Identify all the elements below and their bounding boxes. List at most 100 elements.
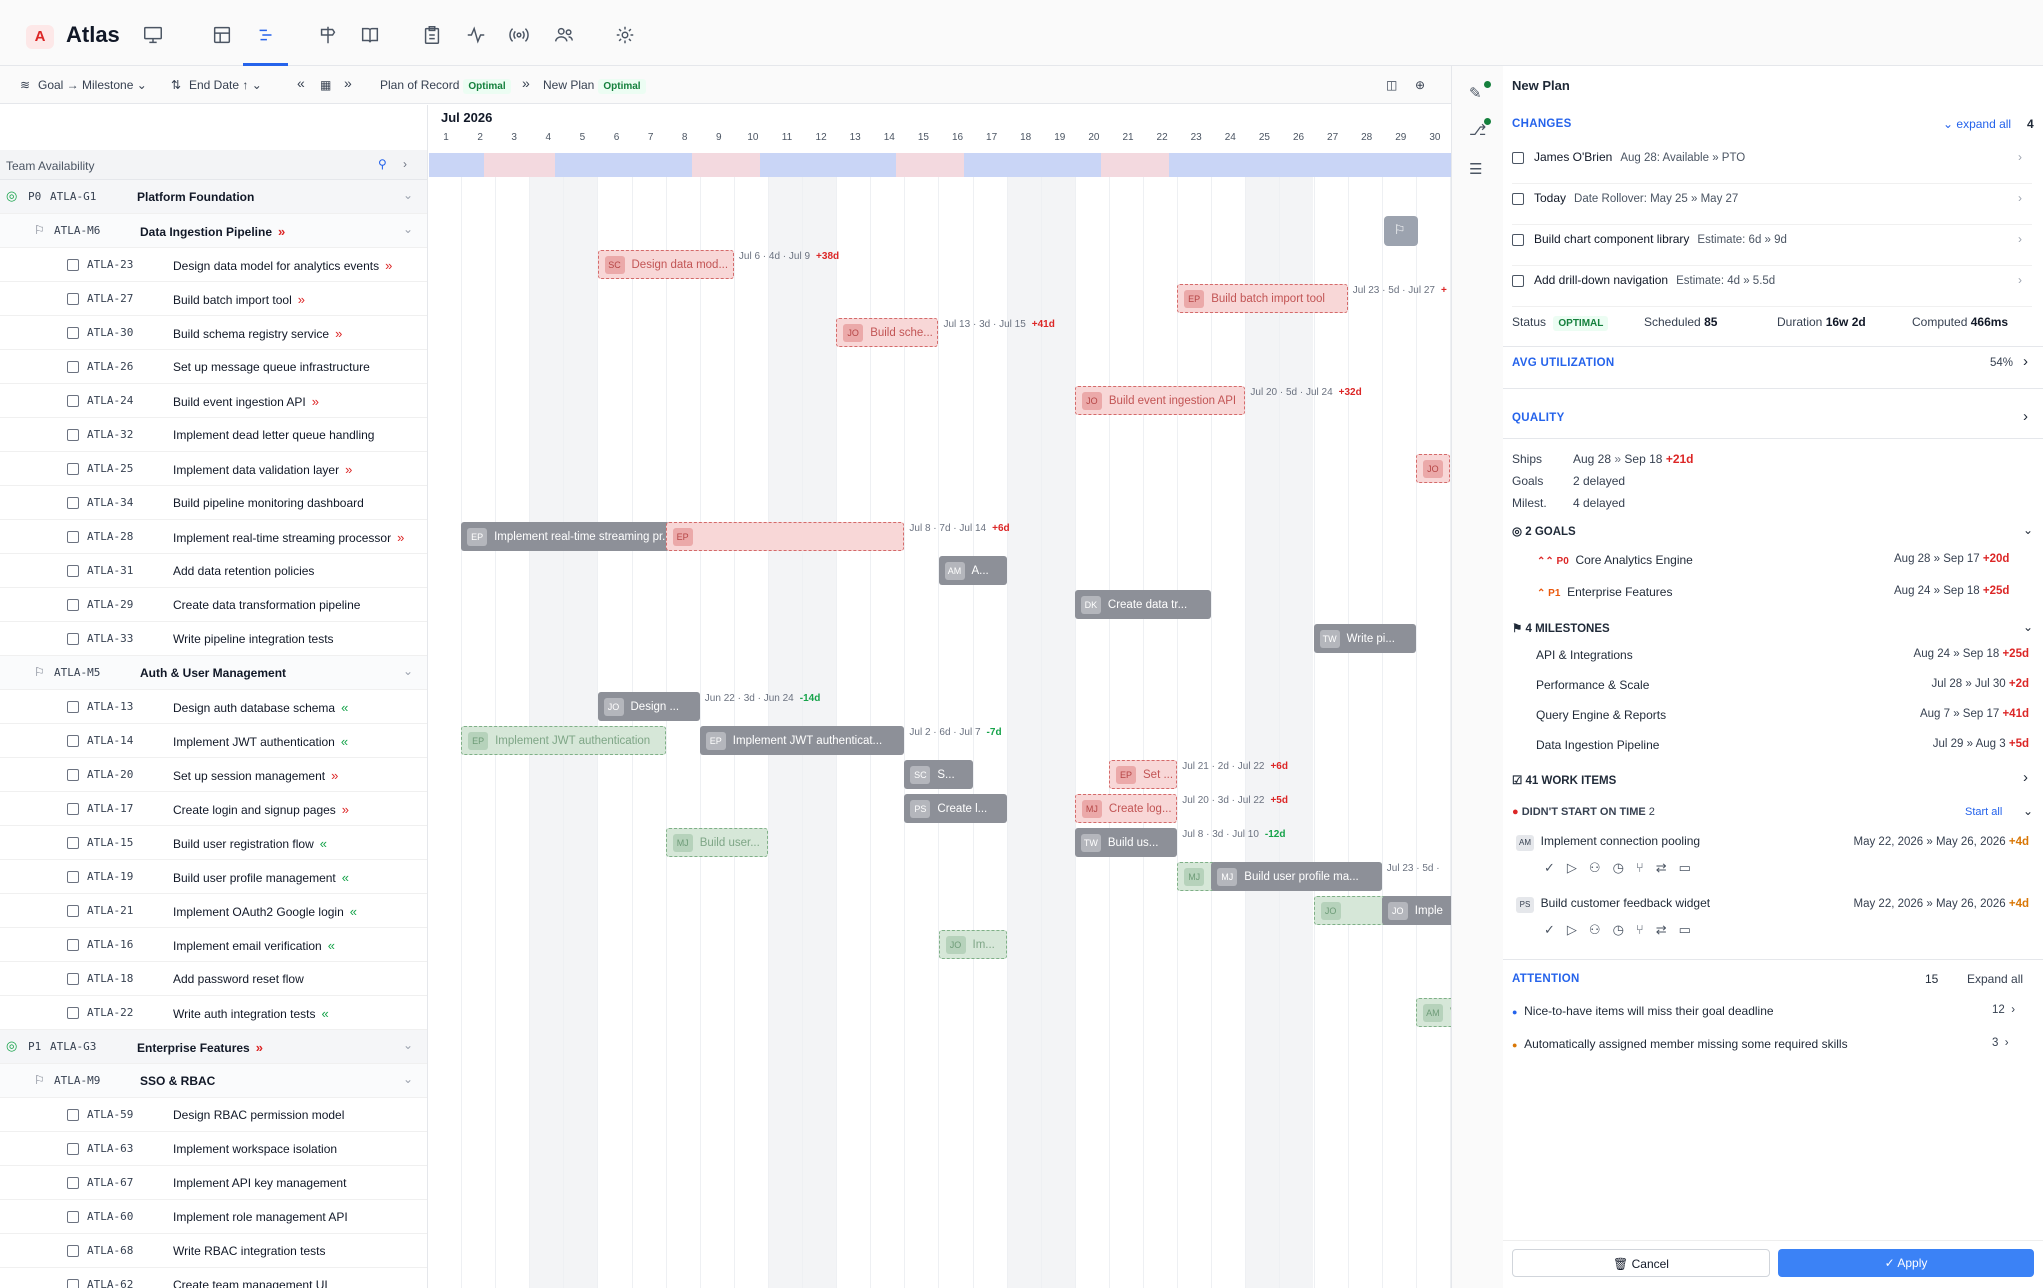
avg-utilization-header[interactable]: AVG UTILIZATION	[1512, 357, 1614, 369]
chevron-down-icon[interactable]: ⌄	[403, 1072, 413, 1086]
goal-row[interactable]: ◎ P1 ATLA-G3 Enterprise Features » ⌄	[0, 1030, 427, 1064]
work-items-header[interactable]: ☑ 41 WORK ITEMS	[1512, 773, 1616, 787]
task-row[interactable]: ATLA-14 Implement JWT authentication «	[0, 724, 427, 758]
check-icon[interactable]: ✓	[1544, 922, 1567, 937]
task-checkbox[interactable]	[67, 327, 79, 339]
crosshair-icon[interactable]: ⊕	[1415, 78, 1425, 92]
task-checkbox[interactable]	[67, 1109, 79, 1121]
change-item[interactable]: Build chart component library Estimate: 6…	[1512, 226, 2032, 266]
book-icon[interactable]	[359, 24, 381, 46]
gantt-bar[interactable]: EP Set ...	[1109, 760, 1178, 789]
task-row[interactable]: ATLA-34 Build pipeline monitoring dashboa…	[0, 486, 427, 520]
gantt-icon[interactable]	[255, 24, 277, 46]
change-item[interactable]: Add drill-down navigation Estimate: 4d » …	[1512, 267, 2032, 307]
chevron-right-icon[interactable]: ›	[2023, 769, 2028, 786]
milestone-item[interactable]: API & Integrations	[1536, 648, 1633, 662]
change-item[interactable]: Today Date Rollover: May 25 » May 27 ›	[1512, 185, 2032, 225]
task-row[interactable]: ATLA-29 Create data transformation pipeli…	[0, 588, 427, 622]
apply-button[interactable]: ✓ Apply	[1778, 1249, 2034, 1277]
milestone-row[interactable]: ⚐ ATLA-M5 Auth & User Management ⌄	[0, 656, 427, 690]
expand-all-link[interactable]: ⌄ expand all	[1943, 117, 2011, 131]
chevron-right-icon[interactable]: ›	[2005, 1037, 2009, 1049]
gantt-bar[interactable]: AMV	[1415, 998, 1451, 1027]
gantt-bar[interactable]: JOI	[1415, 454, 1450, 483]
chevron-right-icon[interactable]: ›	[2011, 1004, 2015, 1016]
task-row[interactable]: ATLA-31 Add data retention policies	[0, 554, 427, 588]
chevron-down-icon[interactable]: ⌄	[2023, 620, 2033, 634]
attention-item[interactable]: ● Automatically assigned member missing …	[1512, 1037, 1848, 1051]
presentation-icon[interactable]	[142, 24, 164, 46]
gear-icon[interactable]	[614, 24, 636, 46]
swap-icon[interactable]: ⇄	[1656, 860, 1679, 875]
change-item[interactable]: James O'Brien Aug 28: Available » PTO ›	[1512, 144, 2032, 184]
chevron-right-icon[interactable]: ›	[2018, 150, 2022, 164]
not-on-time-header[interactable]: ● DIDN'T START ON TIME 2	[1512, 806, 1655, 818]
clock-icon[interactable]: ◷	[1613, 860, 1636, 875]
task-row[interactable]: ATLA-26 Set up message queue infrastructu…	[0, 350, 427, 384]
milestone-flag-icon[interactable]: ⚐	[1383, 216, 1418, 246]
chevron-down-icon[interactable]: ⌄	[2023, 804, 2033, 818]
cancel-button[interactable]: 🗑 Cancel	[1512, 1249, 1770, 1277]
task-checkbox[interactable]	[67, 1245, 79, 1257]
gantt-bar[interactable]: PS Create l...	[904, 794, 1007, 823]
team-icon[interactable]	[553, 24, 575, 46]
task-row[interactable]: ATLA-18 Add password reset flow	[0, 962, 427, 996]
chevron-down-icon[interactable]: ⌄	[403, 222, 413, 236]
task-row[interactable]: ATLA-17 Create login and signup pages »	[0, 792, 427, 826]
goal-item[interactable]: ⌃⌃ P0 Core Analytics Engine	[1537, 553, 1693, 567]
calendar-icon[interactable]: ▦	[320, 78, 331, 92]
sort-by-select[interactable]: End Date ↑ ⌄	[189, 78, 262, 92]
signpost-icon[interactable]	[317, 24, 339, 46]
play-icon[interactable]: ▷	[1567, 922, 1589, 937]
task-checkbox[interactable]	[67, 1177, 79, 1189]
task-row[interactable]: ATLA-21 Implement OAuth2 Google login «	[0, 894, 427, 928]
task-row[interactable]: ATLA-68 Write RBAC integration tests	[0, 1234, 427, 1268]
task-row[interactable]: ATLA-25 Implement data validation layer »	[0, 452, 427, 486]
task-checkbox[interactable]	[67, 395, 79, 407]
panel-toggle-icon[interactable]: ◫	[1386, 78, 1397, 92]
milestones-header[interactable]: ⚑ 4 MILESTONES	[1512, 621, 1610, 635]
milestone-row[interactable]: ⚐ ATLA-M9 SSO & RBAC ⌄	[0, 1064, 427, 1098]
chevron-right-icon[interactable]: ›	[2018, 273, 2022, 287]
pin-icon[interactable]: ⚲	[378, 157, 387, 171]
new-plan[interactable]: New Plan Optimal	[543, 78, 646, 94]
start-all-link[interactable]: Start all	[1965, 806, 2002, 818]
gantt-bar[interactable]: MJ Build user...	[665, 828, 768, 857]
milestone-item[interactable]: Performance & Scale	[1536, 678, 1649, 692]
late-work-item[interactable]: PS Build customer feedback widget	[1516, 896, 1710, 913]
task-checkbox[interactable]	[67, 1143, 79, 1155]
task-checkbox[interactable]	[67, 973, 79, 985]
task-row[interactable]: ATLA-32 Implement dead letter queue handl…	[0, 418, 427, 452]
split-icon[interactable]: ⑂	[1636, 922, 1656, 937]
chevron-right-icon[interactable]: ›	[2018, 232, 2022, 246]
task-checkbox[interactable]	[67, 803, 79, 815]
task-checkbox[interactable]	[67, 939, 79, 951]
reassign-icon[interactable]: ⚇	[1589, 922, 1613, 937]
task-checkbox[interactable]	[67, 429, 79, 441]
task-checkbox[interactable]	[67, 259, 79, 271]
task-checkbox[interactable]	[67, 293, 79, 305]
gantt-bar[interactable]: AM A...	[938, 556, 1007, 585]
task-checkbox[interactable]	[67, 1279, 79, 1288]
task-row[interactable]: ATLA-60 Implement role management API	[0, 1200, 427, 1234]
task-checkbox[interactable]	[67, 531, 79, 543]
task-row[interactable]: ATLA-33 Write pipeline integration tests	[0, 622, 427, 656]
attention-item[interactable]: ● Nice-to-have items will miss their goa…	[1512, 1004, 1774, 1018]
goal-item[interactable]: ⌃ P1 Enterprise Features	[1537, 585, 1672, 599]
gantt-bar[interactable]: EP Implement real-time streaming pr...	[461, 522, 700, 551]
task-row[interactable]: ATLA-22 Write auth integration tests «	[0, 996, 427, 1030]
task-row[interactable]: ATLA-24 Build event ingestion API »	[0, 384, 427, 418]
clipboard-icon[interactable]	[421, 24, 443, 46]
chevron-right-icon[interactable]: ›	[2023, 408, 2028, 425]
task-checkbox[interactable]	[67, 769, 79, 781]
gantt-bar[interactable]: DK Create data tr...	[1074, 590, 1212, 619]
goals-header[interactable]: ◎ 2 GOALS	[1512, 524, 1576, 538]
swap-icon[interactable]: ⇄	[1656, 922, 1679, 937]
split-icon[interactable]: ⑂	[1636, 860, 1656, 875]
milestone-row[interactable]: ⚐ ATLA-M6 Data Ingestion Pipeline » ⌄	[0, 214, 427, 248]
chevron-right-icon[interactable]: ›	[2023, 353, 2028, 370]
task-row[interactable]: ATLA-13 Design auth database schema «	[0, 690, 427, 724]
gantt-bar[interactable]: JO Build sche...	[836, 318, 939, 347]
activity-icon[interactable]	[465, 24, 487, 46]
task-checkbox[interactable]	[67, 905, 79, 917]
